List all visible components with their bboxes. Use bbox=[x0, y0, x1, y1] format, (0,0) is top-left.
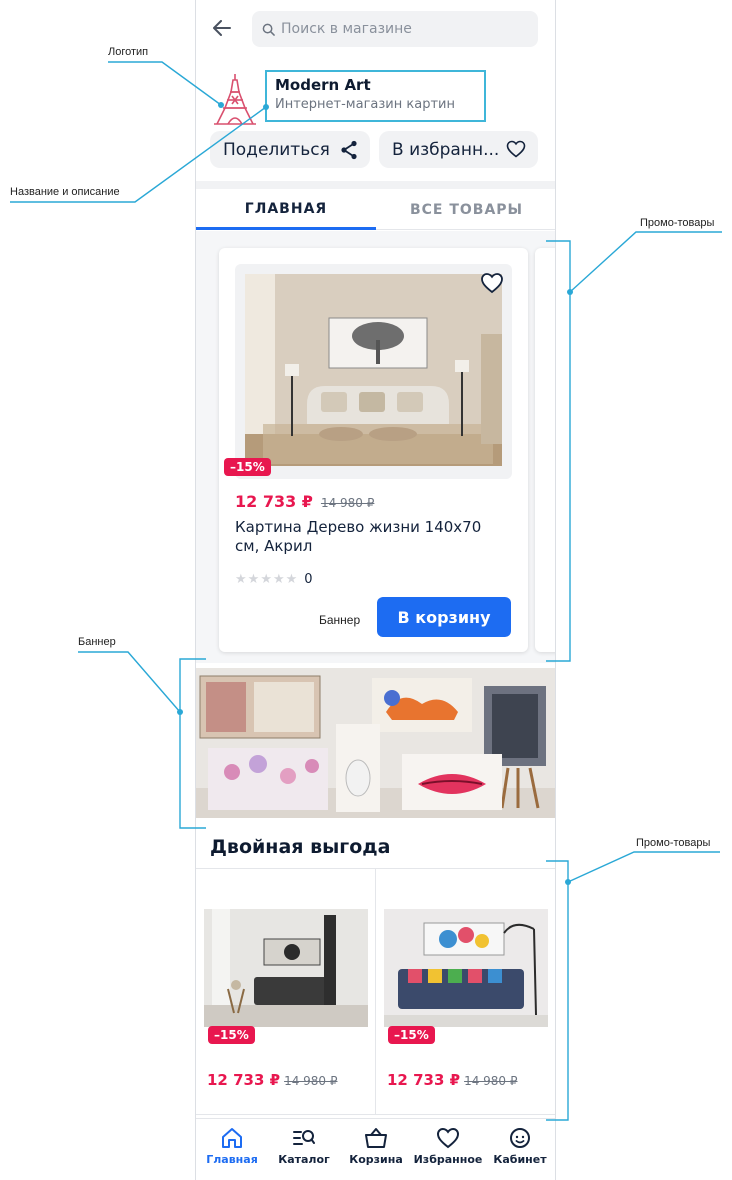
discount-badge: –15% bbox=[208, 1026, 255, 1044]
nav-label: Каталог bbox=[278, 1153, 330, 1166]
rating-count: 0 bbox=[304, 572, 313, 587]
grid-product-card[interactable]: –15% 12 733 ₽ 14 980 ₽ bbox=[196, 869, 376, 1114]
price-old: 14 980 ₽ bbox=[464, 1074, 518, 1088]
promo-products-grid: –15% 12 733 ₽ 14 980 ₽ –15% 12 733 ₽ 14 … bbox=[196, 868, 555, 1115]
product-image-dark-sofa bbox=[204, 909, 368, 1027]
basket-icon bbox=[365, 1128, 387, 1148]
smile-profile-icon bbox=[510, 1128, 530, 1148]
price-current: 12 733 ₽ bbox=[235, 492, 313, 511]
tab-all-products[interactable]: ВСЕ ТОВАРЫ bbox=[376, 190, 555, 230]
nav-account[interactable]: Кабинет bbox=[484, 1127, 555, 1177]
nav-label: Кабинет bbox=[493, 1153, 547, 1166]
favorite-label: В избранн... bbox=[392, 139, 500, 160]
share-icon bbox=[341, 140, 357, 160]
eiffel-tower-logo bbox=[214, 74, 256, 125]
add-to-cart-button[interactable]: В корзину bbox=[377, 597, 511, 637]
home-icon bbox=[222, 1128, 242, 1148]
nav-favorites[interactable]: Избранное bbox=[412, 1127, 484, 1177]
grid-product-card[interactable]: –15% 12 733 ₽ 14 980 ₽ bbox=[376, 869, 555, 1114]
star-icon: ★ bbox=[260, 572, 272, 587]
rating: ★ ★ ★ ★ ★ 0 bbox=[235, 572, 313, 587]
search-input[interactable]: Поиск в магазине bbox=[252, 11, 538, 47]
promo-banner-image[interactable] bbox=[196, 668, 556, 818]
heart-outline-icon bbox=[506, 140, 526, 158]
add-to-favorites-button[interactable]: В избранн... bbox=[379, 131, 538, 168]
store-description: Интернет-магазин картин bbox=[275, 97, 455, 112]
product-image-container bbox=[235, 264, 512, 479]
store-name-description-box: Modern Art Интернет-магазин картин bbox=[265, 70, 486, 122]
star-icon: ★ bbox=[235, 572, 247, 587]
mobile-store-screen: Поиск в магазине Modern Art Интернет-маг… bbox=[195, 0, 556, 1180]
price-current: 12 733 ₽ bbox=[387, 1071, 461, 1089]
price-old: 14 980 ₽ bbox=[320, 496, 375, 510]
nav-label: Избранное bbox=[413, 1153, 483, 1166]
search-icon bbox=[262, 23, 275, 36]
price-row: 12 733 ₽ 14 980 ₽ bbox=[207, 1071, 338, 1089]
next-promo-card-peek[interactable] bbox=[535, 248, 555, 652]
annotation-logo: Логотип bbox=[108, 46, 149, 58]
heart-icon bbox=[436, 1127, 460, 1149]
product-image-blue-sofa bbox=[384, 909, 548, 1027]
tab-home[interactable]: ГЛАВНАЯ bbox=[196, 190, 376, 230]
catalog-search-icon bbox=[293, 1130, 315, 1145]
annotation-name-description: Название и описание bbox=[10, 186, 120, 198]
annotation-promo-top: Промо-товары bbox=[640, 217, 715, 229]
discount-badge: –15% bbox=[388, 1026, 435, 1044]
discount-badge: –15% bbox=[224, 458, 271, 476]
bottom-navigation: Главная Каталог Корзина Избранное Кабине… bbox=[196, 1118, 555, 1180]
nav-label: Главная bbox=[206, 1153, 258, 1166]
store-name: Modern Art bbox=[275, 76, 371, 94]
section-divider bbox=[196, 181, 555, 189]
promo-product-card[interactable]: –15% 12 733 ₽ 14 980 ₽ Картина Дерево жи… bbox=[219, 248, 528, 652]
price-current: 12 733 ₽ bbox=[207, 1071, 281, 1089]
promo-carousel: –15% 12 733 ₽ 14 980 ₽ Картина Дерево жи… bbox=[196, 231, 555, 663]
price-old: 14 980 ₽ bbox=[284, 1074, 338, 1088]
section-title: Двойная выгода bbox=[210, 836, 391, 858]
star-icon: ★ bbox=[285, 572, 298, 587]
search-bar-row: Поиск в магазине bbox=[196, 8, 555, 48]
arrow-left-icon bbox=[213, 20, 231, 36]
store-tabs: ГЛАВНАЯ ВСЕ ТОВАРЫ bbox=[196, 190, 555, 230]
banner-note: Баннер bbox=[319, 613, 361, 627]
annotation-promo-bottom: Промо-товары bbox=[636, 837, 711, 849]
store-actions: Поделиться В избранн... bbox=[210, 131, 543, 169]
nav-cart[interactable]: Корзина bbox=[340, 1127, 412, 1177]
product-image-living-room bbox=[245, 274, 502, 466]
back-button[interactable] bbox=[210, 16, 234, 40]
star-icon: ★ bbox=[272, 572, 285, 587]
search-placeholder: Поиск в магазине bbox=[281, 21, 412, 37]
product-title: Картина Дерево жизни 140х70 см, Акрил bbox=[235, 518, 482, 555]
nav-label: Корзина bbox=[349, 1153, 403, 1166]
price-row: 12 733 ₽ 14 980 ₽ bbox=[235, 492, 374, 511]
star-icon: ★ bbox=[247, 572, 260, 587]
nav-catalog[interactable]: Каталог bbox=[268, 1127, 340, 1177]
share-label: Поделиться bbox=[223, 139, 330, 160]
nav-home[interactable]: Главная bbox=[196, 1127, 268, 1177]
store-header: Modern Art Интернет-магазин картин bbox=[196, 70, 555, 126]
share-button[interactable]: Поделиться bbox=[210, 131, 370, 168]
price-row: 12 733 ₽ 14 980 ₽ bbox=[387, 1071, 518, 1089]
annotation-banner: Баннер bbox=[78, 636, 116, 648]
favorite-heart-icon[interactable] bbox=[480, 272, 504, 294]
